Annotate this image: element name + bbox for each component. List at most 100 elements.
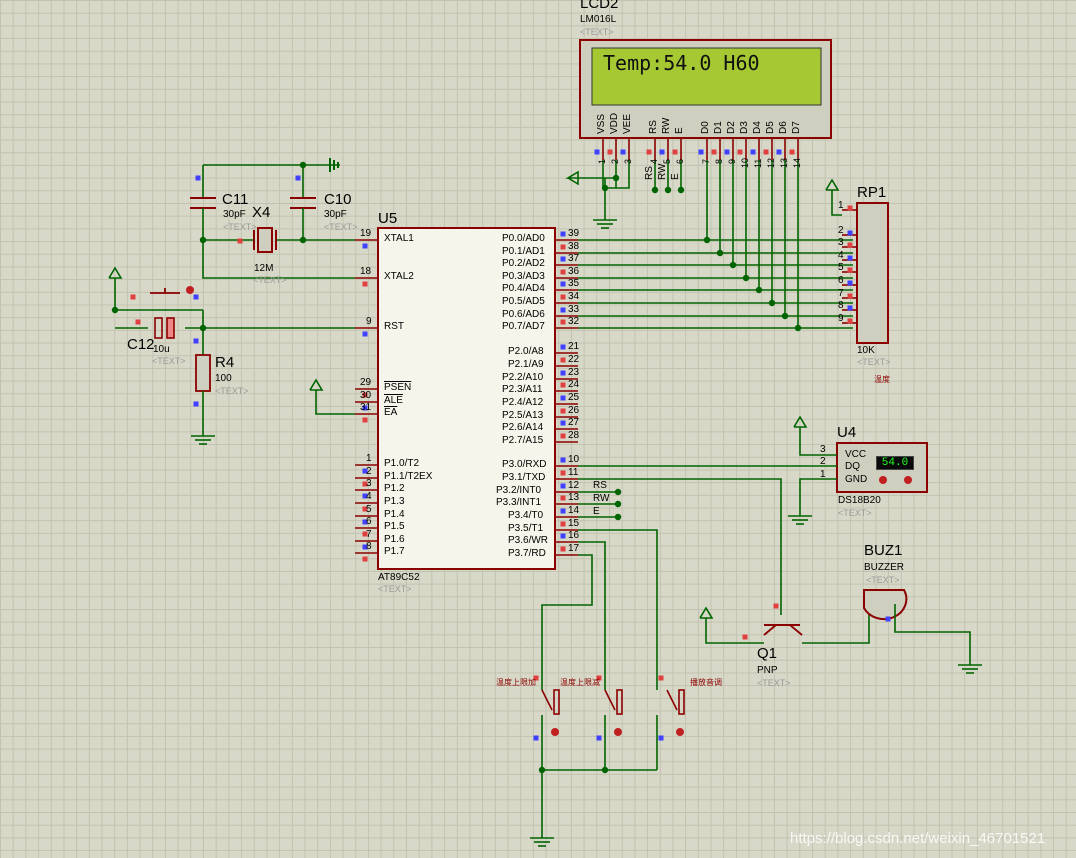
- r4-ref: R4: [215, 354, 235, 371]
- lcd-pin-name: RW: [661, 117, 672, 134]
- pin-marker-red: [560, 495, 566, 501]
- q1-emitter: [763, 624, 777, 636]
- button-label-temp-down: 温度上限减: [560, 678, 600, 687]
- pin-marker-red: [560, 382, 566, 388]
- c10-value: 30pF: [324, 209, 347, 220]
- mcu-pin-number: 8: [366, 541, 372, 552]
- pin-marker-red: [560, 408, 566, 414]
- wire[interactable]: [578, 529, 658, 690]
- rp1-body[interactable]: [856, 202, 889, 344]
- wire[interactable]: [894, 604, 971, 657]
- mcu-pin-name: P2.0/A8: [508, 346, 544, 357]
- x4-value: 12M: [254, 263, 274, 274]
- lcd-pin-name: D6: [778, 121, 789, 134]
- pin-marker-blue: [658, 735, 664, 741]
- mcu-pin-name: P2.6/A14: [502, 422, 544, 433]
- u4-adjust-icon[interactable]: [879, 476, 887, 484]
- mcu-pin-number: 35: [568, 278, 580, 289]
- r4-resistor[interactable]: [195, 354, 211, 392]
- pin-marker-red: [646, 149, 652, 155]
- mcu-pin-name: P3.6/WR: [508, 535, 549, 546]
- mcu-pin-name: PSEN: [384, 382, 412, 393]
- schematic-canvas[interactable]: LCD2 LM016L <TEXT> Temp:54.0 H60 VSS 1 VDD…: [0, 0, 1076, 858]
- pin-marker-blue: [750, 149, 756, 155]
- mcu-pin-name: P2.5/A13: [502, 410, 544, 421]
- lcd-pin-name: VDD: [609, 112, 620, 134]
- mcu-pin-name: P0.3/AD3: [502, 271, 545, 282]
- buz1-text-tag: <TEXT>: [866, 575, 900, 585]
- wire[interactable]: [541, 554, 593, 690]
- pin-marker-blue: [560, 231, 566, 237]
- pin-marker-blue: [659, 149, 665, 155]
- junction-dot: [729, 261, 737, 269]
- junction-dot: [614, 488, 622, 496]
- x4-text-tag: <TEXT>: [253, 275, 287, 285]
- button-actuator[interactable]: [678, 689, 685, 715]
- mcu-pin-name: P2.7/A15: [502, 435, 544, 446]
- pin-marker-red: [362, 281, 368, 287]
- button-actuator[interactable]: [553, 689, 560, 715]
- c12-plate: [154, 317, 163, 339]
- pin-marker-blue: [698, 149, 704, 155]
- mcu-pin-name: P0.1/AD1: [502, 246, 545, 257]
- mcu-pin-number: 33: [568, 304, 580, 315]
- lcd-pin-name: VEE: [622, 113, 633, 134]
- lcd-pin-number: 2: [610, 158, 620, 164]
- wire[interactable]: [315, 390, 355, 415]
- mcu-pin-name: P2.1/A9: [508, 359, 544, 370]
- mcu-pin-number: 7: [366, 529, 372, 540]
- rp1-value: 10K: [857, 345, 875, 356]
- r4-text-tag: <TEXT>: [215, 386, 249, 396]
- pin-marker-blue: [560, 281, 566, 287]
- rp1-pin-number: 3: [838, 237, 844, 248]
- mcu-pin-name: P1.0/T2: [384, 458, 420, 469]
- pin-marker-red: [362, 556, 368, 562]
- buzzer-body[interactable]: [863, 589, 908, 621]
- button-actuator[interactable]: [616, 689, 623, 715]
- pin-marker-red: [847, 242, 853, 248]
- reset-button-icon[interactable]: [186, 286, 194, 294]
- mcu-pin-number: 28: [568, 430, 580, 441]
- u4-adjust-icon[interactable]: [904, 476, 912, 484]
- mcu-pin-name: P1.7: [384, 546, 405, 557]
- x4-crystal[interactable]: [257, 227, 273, 253]
- pin-marker-red: [560, 319, 566, 325]
- mcu-pin-name: P3.5/T1: [508, 523, 544, 534]
- wire[interactable]: [541, 715, 657, 771]
- pin-marker-blue: [560, 395, 566, 401]
- power-arrow-icon: [309, 378, 324, 391]
- button-icon[interactable]: [551, 728, 559, 736]
- lcd-pin-number: 10: [740, 157, 750, 168]
- lcd-pin-number: 1: [597, 158, 607, 164]
- mcu-model: AT89C52: [378, 572, 420, 583]
- mcu-pin-number: 13: [568, 492, 580, 503]
- junction-dot: [781, 312, 789, 320]
- mcu-pin-number: 17: [568, 543, 580, 554]
- mcu-pin-number: 36: [568, 266, 580, 277]
- junction-dot: [716, 249, 724, 257]
- mcu-pin-name: P3.7/RD: [508, 548, 546, 559]
- pin-marker-blue: [847, 280, 853, 286]
- pin-marker-red: [560, 357, 566, 363]
- wire[interactable]: [114, 278, 203, 311]
- lcd-pin-name: E: [674, 127, 685, 134]
- lcd-display-text: Temp:54.0 H60: [603, 51, 760, 75]
- button-icon[interactable]: [676, 728, 684, 736]
- u4-pin-gnd: GND: [845, 474, 868, 485]
- pin-marker-red: [847, 293, 853, 299]
- wire[interactable]: [799, 478, 837, 508]
- button-icon[interactable]: [614, 728, 622, 736]
- wire[interactable]: [616, 160, 630, 189]
- u4-pin-dq: DQ: [845, 461, 860, 472]
- wire[interactable]: [705, 618, 764, 644]
- lcd-pin-name: D0: [700, 121, 711, 134]
- pin-marker-red: [237, 238, 243, 244]
- pin-marker-red: [847, 318, 853, 324]
- wire[interactable]: [802, 601, 870, 644]
- pin-marker-blue: [724, 149, 730, 155]
- mcu-pin-number: 39: [568, 228, 580, 239]
- mcu-pin-name: P3.1/TXD: [502, 472, 546, 483]
- wire[interactable]: [799, 427, 837, 456]
- pin-marker-red: [560, 470, 566, 476]
- mcu-pin-number: 38: [568, 241, 580, 252]
